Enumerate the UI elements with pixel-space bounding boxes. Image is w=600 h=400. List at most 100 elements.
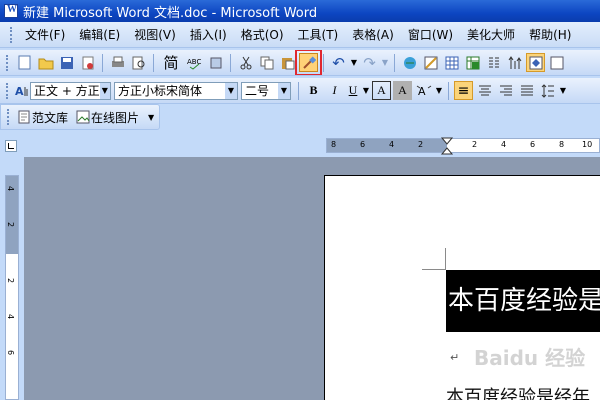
document-map-icon[interactable] bbox=[526, 53, 545, 72]
vertical-ruler[interactable]: 4 2 2 4 6 bbox=[5, 175, 19, 400]
word-app-icon[interactable] bbox=[4, 4, 18, 18]
template-library-button[interactable]: 范文库 bbox=[32, 109, 68, 126]
tab-selector[interactable] bbox=[5, 140, 17, 152]
show-hide-icon[interactable] bbox=[547, 53, 566, 72]
character-shading-button[interactable]: A bbox=[393, 81, 412, 100]
extra-toolbar: 范文库 在线图片 ▼ bbox=[0, 104, 160, 130]
print-preview-icon[interactable] bbox=[129, 53, 148, 72]
copy-icon[interactable] bbox=[257, 53, 276, 72]
ruler-tick: 2 bbox=[6, 221, 16, 228]
toolbar-options-icon[interactable]: ▼ bbox=[146, 108, 156, 127]
undo-icon[interactable]: ↶ bbox=[329, 53, 348, 72]
format-painter-icon[interactable] bbox=[295, 50, 322, 75]
ruler-tick: 6 bbox=[6, 349, 16, 356]
spelling-check-icon[interactable]: ABC bbox=[185, 53, 204, 72]
menu-bar: 文件(F) 编辑(E) 视图(V) 插入(I) 格式(O) 工具(T) 表格(A… bbox=[0, 22, 600, 48]
open-folder-icon[interactable] bbox=[36, 53, 55, 72]
template-library-icon[interactable] bbox=[16, 108, 31, 127]
save-icon[interactable] bbox=[57, 53, 76, 72]
line-spacing-icon[interactable] bbox=[538, 81, 557, 100]
separator bbox=[298, 81, 299, 100]
paste-icon[interactable] bbox=[278, 53, 297, 72]
redo-dropdown-icon[interactable]: ▼ bbox=[381, 53, 389, 72]
ruler-tick: 8 bbox=[559, 140, 565, 149]
margin-corner-mark bbox=[422, 248, 446, 270]
styles-pane-icon[interactable]: A bbox=[15, 81, 29, 100]
character-scaling-icon[interactable]: A bbox=[414, 81, 433, 100]
horizontal-ruler[interactable]: 8 6 4 2 2 4 6 8 10 bbox=[326, 137, 600, 155]
insert-excel-icon[interactable] bbox=[463, 53, 482, 72]
underline-button[interactable]: U bbox=[346, 81, 360, 100]
menu-beautify[interactable]: 美化大师 bbox=[460, 26, 522, 43]
ruler-tick: 4 bbox=[389, 140, 395, 149]
online-pictures-icon[interactable] bbox=[75, 108, 90, 127]
font-size-value: 二号 bbox=[245, 84, 270, 98]
menu-table[interactable]: 表格(A) bbox=[345, 26, 401, 43]
separator bbox=[394, 53, 395, 72]
scaling-dropdown-icon[interactable]: ▼ bbox=[435, 81, 443, 100]
tables-borders-icon[interactable] bbox=[421, 53, 440, 72]
ruler-tick: 4 bbox=[6, 185, 16, 192]
menu-tools[interactable]: 工具(T) bbox=[291, 26, 346, 43]
font-select[interactable]: 方正小标宋简体 ▼ bbox=[114, 81, 238, 100]
style-select-value: 正文 + 方正 bbox=[34, 84, 100, 98]
italic-button[interactable]: I bbox=[325, 81, 344, 100]
ruler-tick: 8 bbox=[331, 140, 337, 149]
baidu-watermark: Baidu 经验 bbox=[474, 346, 586, 370]
menu-grip[interactable] bbox=[10, 26, 14, 43]
separator bbox=[230, 53, 231, 72]
indent-marker-icon[interactable] bbox=[441, 137, 453, 155]
font-size-select[interactable]: 二号 ▼ bbox=[241, 81, 291, 100]
ruler-left-margin bbox=[327, 139, 447, 152]
hyperlink-icon[interactable] bbox=[400, 53, 419, 72]
chevron-down-icon[interactable]: ▼ bbox=[225, 82, 237, 99]
online-pictures-button[interactable]: 在线图片 bbox=[91, 109, 139, 126]
ruler-tick: 10 bbox=[582, 140, 593, 149]
menu-window[interactable]: 窗口(W) bbox=[401, 26, 460, 43]
menu-edit[interactable]: 编辑(E) bbox=[72, 26, 127, 43]
ruler-tick: 4 bbox=[6, 313, 16, 320]
underline-dropdown-icon[interactable]: ▼ bbox=[362, 81, 370, 100]
align-center-icon[interactable] bbox=[475, 81, 494, 100]
menu-help[interactable]: 帮助(H) bbox=[522, 26, 578, 43]
print-icon[interactable] bbox=[108, 53, 127, 72]
chevron-down-icon[interactable]: ▼ bbox=[278, 82, 290, 99]
svg-text:A: A bbox=[15, 85, 24, 98]
ruler-tick: 2 bbox=[472, 140, 478, 149]
chevron-down-icon[interactable]: ▼ bbox=[99, 82, 110, 99]
insert-table-icon[interactable] bbox=[442, 53, 461, 72]
undo-dropdown-icon[interactable]: ▼ bbox=[350, 53, 358, 72]
permission-icon[interactable] bbox=[78, 53, 97, 72]
research-icon[interactable] bbox=[206, 53, 225, 72]
title-bar: 新建 Microsoft Word 文档.doc - Microsoft Wor… bbox=[0, 0, 600, 22]
separator bbox=[323, 53, 324, 72]
justify-icon[interactable] bbox=[517, 81, 536, 100]
ruler-tick: 6 bbox=[530, 140, 536, 149]
style-select[interactable]: 正文 + 方正 ▼ bbox=[30, 81, 111, 100]
svg-text:ABC: ABC bbox=[187, 58, 201, 66]
line-spacing-dropdown-icon[interactable]: ▼ bbox=[559, 81, 567, 100]
paragraph-mark: ↵ bbox=[450, 351, 460, 364]
toolbar-grip[interactable] bbox=[6, 54, 10, 71]
toolbar-grip[interactable] bbox=[6, 82, 10, 99]
align-right-icon[interactable] bbox=[496, 81, 515, 100]
new-document-icon[interactable] bbox=[15, 53, 34, 72]
columns-icon[interactable] bbox=[484, 53, 503, 72]
bold-button[interactable]: B bbox=[304, 81, 323, 100]
simplified-chinese-button[interactable]: 简 bbox=[159, 53, 183, 72]
document-heading[interactable]: 本百度经验是经验 bbox=[446, 270, 600, 332]
menu-format[interactable]: 格式(O) bbox=[234, 26, 291, 43]
toolbar-grip[interactable] bbox=[7, 109, 11, 125]
redo-icon[interactable]: ↷ bbox=[360, 53, 379, 72]
ruler-tick: 2 bbox=[6, 277, 16, 284]
document-body-text[interactable]: 本百度经验是经年 bbox=[446, 383, 600, 400]
cut-icon[interactable] bbox=[236, 53, 255, 72]
font-select-value: 方正小标宋简体 bbox=[118, 84, 203, 98]
character-border-button[interactable]: A bbox=[372, 81, 391, 100]
menu-file[interactable]: 文件(F) bbox=[18, 26, 72, 43]
align-left-button[interactable]: ≡ bbox=[454, 81, 473, 100]
drawing-icon[interactable] bbox=[505, 53, 524, 72]
menu-insert[interactable]: 插入(I) bbox=[183, 26, 234, 43]
menu-view[interactable]: 视图(V) bbox=[127, 26, 183, 43]
standard-toolbar: 简 ABC ↶ ▼ ↷ ▼ bbox=[0, 50, 600, 76]
